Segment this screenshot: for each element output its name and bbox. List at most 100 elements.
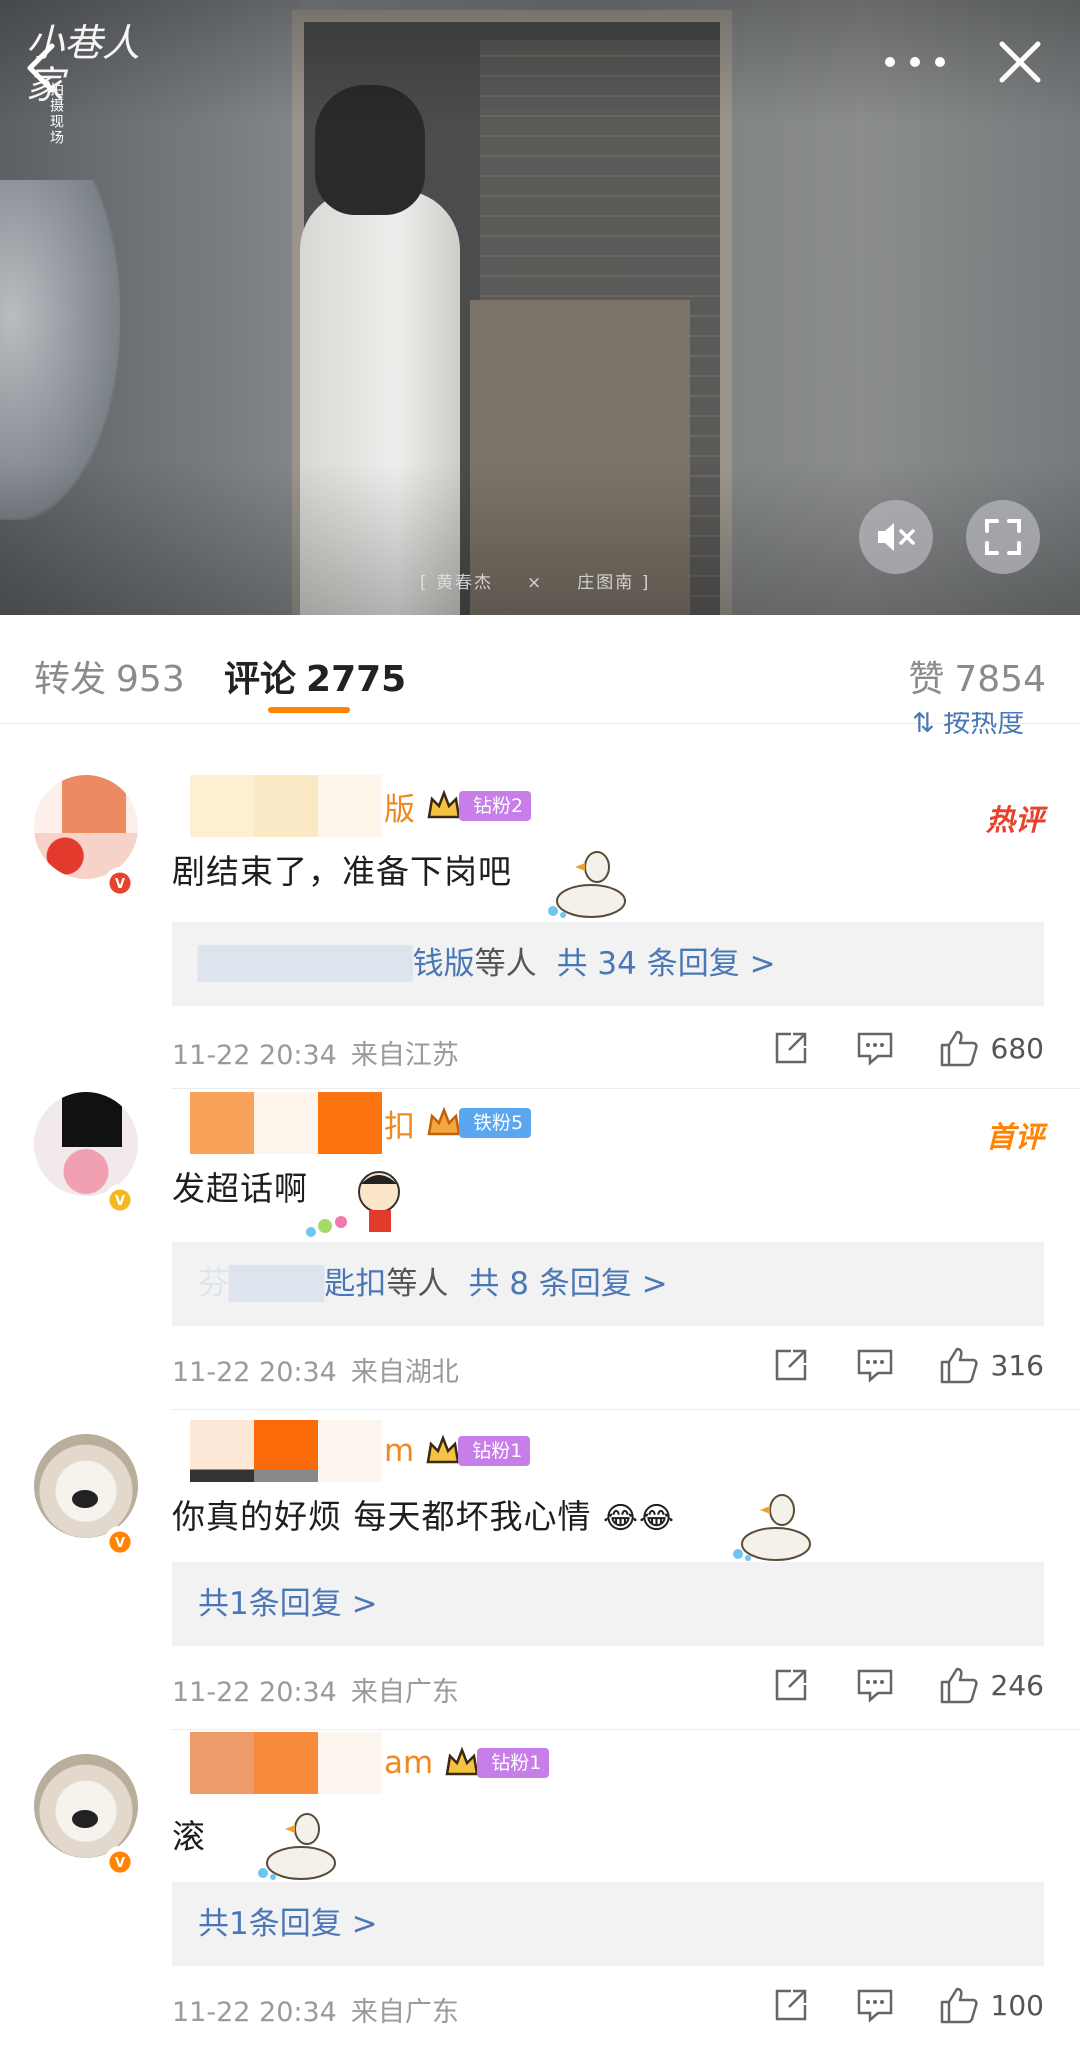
comment-actions: 246 xyxy=(771,1665,1044,1705)
replies-total: 共 8 条回复 > xyxy=(468,1266,668,1302)
username[interactable]: 版 钻粉2 xyxy=(190,775,532,837)
replies-who: 钱版 xyxy=(412,946,475,982)
replies-preview[interactable]: 共1条回复 > xyxy=(172,1562,1044,1646)
divider xyxy=(172,1088,1080,1089)
crown-icon xyxy=(427,1106,461,1136)
replies-preview[interactable]: 芬████匙扣等人共 8 条回复 > xyxy=(172,1242,1044,1326)
like-label: 赞 xyxy=(908,659,945,700)
comment-actions: 680 xyxy=(771,1028,1044,1068)
verified-badge: V xyxy=(104,867,136,899)
crown-icon xyxy=(427,789,461,819)
username-blur xyxy=(190,1420,254,1482)
comment-text-content: 你真的好烦 每天都坏我心情 xyxy=(172,1497,592,1536)
share-button[interactable] xyxy=(771,1665,811,1705)
tab-comment[interactable]: 评论 2775 xyxy=(224,650,406,702)
replies-preview[interactable]: 共1条回复 > xyxy=(172,1882,1044,1966)
duck-sticker xyxy=(733,1494,811,1561)
like-button[interactable]: 316 xyxy=(939,1345,1044,1385)
comment-meta: 11-22 20:34 来自江苏 xyxy=(172,1033,459,1072)
avatar[interactable] xyxy=(34,775,138,879)
fullscreen-icon xyxy=(985,519,1021,555)
fullscreen-button[interactable] xyxy=(966,500,1040,574)
svg-text:V: V xyxy=(115,1194,125,1209)
username[interactable]: 扣 铁粉5 xyxy=(190,1092,532,1154)
tab-repost[interactable]: 转发 953 xyxy=(34,650,185,702)
close-button[interactable] xyxy=(990,32,1050,92)
video-player[interactable]: [ 黄春杰 × 庄图南 ] 小巷人家 拍摄现场 xyxy=(0,0,1080,615)
verified-v-icon: V xyxy=(109,1851,131,1873)
like-count: 246 xyxy=(990,1668,1044,1702)
replies-etal: 等人 xyxy=(474,946,537,982)
username-blur xyxy=(318,1420,382,1482)
svg-text:V: V xyxy=(115,877,125,892)
laugh-cry-emoji: 😂😂 xyxy=(603,1501,676,1536)
thumbs-up-icon xyxy=(940,1030,978,1067)
comment-text: 剧结束了，准备下岗吧 xyxy=(172,852,512,891)
like-button[interactable]: 100 xyxy=(939,1985,1044,2025)
username-blur xyxy=(190,775,254,837)
username-text: 扣 xyxy=(384,1108,415,1145)
share-icon xyxy=(775,1349,806,1381)
mute-button[interactable] xyxy=(859,500,933,574)
replies-etal: 等人 xyxy=(386,1266,449,1302)
avatar[interactable] xyxy=(34,1434,138,1538)
verified-badge: V xyxy=(104,1846,136,1878)
comment-icon xyxy=(857,1032,892,1066)
mute-icon xyxy=(878,523,915,551)
duck-sticker xyxy=(258,1813,336,1880)
username-text: am xyxy=(384,1745,434,1781)
like-button[interactable]: 680 xyxy=(939,1028,1044,1068)
sort-toggle[interactable]: ⇅ 按热度 xyxy=(912,712,1024,746)
active-tab-indicator xyxy=(268,707,350,713)
reply-button[interactable] xyxy=(855,1985,895,2025)
reply-button[interactable] xyxy=(855,1665,895,1705)
tab-like[interactable]: 赞 7854 xyxy=(908,650,1046,702)
username-blur xyxy=(190,1732,254,1794)
verified-badge: V xyxy=(104,1184,136,1216)
comment-text: 滚 xyxy=(172,1817,206,1856)
share-button[interactable] xyxy=(771,1028,811,1068)
username[interactable]: m 钻粉1 xyxy=(190,1420,531,1482)
caption-mark: × xyxy=(527,573,544,593)
reply-button[interactable] xyxy=(855,1028,895,1068)
replies-preview[interactable]: █████████钱版等人共 34 条回复 > xyxy=(172,922,1044,1006)
comment-icon xyxy=(857,1989,892,2023)
share-button[interactable] xyxy=(771,1345,811,1385)
avatar[interactable] xyxy=(34,1754,138,1858)
fan-badge: 钻粉2 xyxy=(459,791,532,821)
comment-time: 11-22 20:34 xyxy=(172,1357,337,1388)
like-count: 316 xyxy=(990,1348,1044,1382)
username-blur xyxy=(254,1420,318,1482)
replies-blur: ████ xyxy=(229,1266,325,1302)
comment-actions: 100 xyxy=(771,1985,1044,2025)
svg-text:V: V xyxy=(115,1536,125,1551)
comment-count: 2775 xyxy=(306,659,407,700)
comment-location: 来自湖北 xyxy=(350,1357,459,1388)
username-blur xyxy=(190,1092,254,1154)
username-blur xyxy=(318,775,382,837)
like-count: 680 xyxy=(990,1031,1044,1065)
share-button[interactable] xyxy=(771,1985,811,2025)
replies-blur: █████████ xyxy=(198,946,413,982)
like-count: 7854 xyxy=(954,659,1046,700)
avatar[interactable] xyxy=(34,1092,138,1196)
back-button[interactable] xyxy=(18,38,68,98)
fan-badge: 钻粉1 xyxy=(477,1748,550,1778)
replies-blur: 芬 xyxy=(198,1266,229,1302)
verified-v-icon: V xyxy=(109,1531,131,1553)
like-button[interactable]: 246 xyxy=(939,1665,1044,1705)
more-button[interactable] xyxy=(880,36,950,86)
cartoon-sticker xyxy=(306,1171,400,1237)
close-icon xyxy=(999,41,1041,83)
duck-sticker xyxy=(548,851,626,918)
crown-icon xyxy=(426,1434,460,1464)
comment-actions: 316 xyxy=(771,1345,1044,1385)
comment-icon xyxy=(857,1349,892,1383)
username[interactable]: am 钻粉1 xyxy=(190,1732,550,1794)
divider xyxy=(172,1729,1080,1730)
username-blur xyxy=(254,1092,318,1154)
caption-right: 庄图南 ] xyxy=(577,573,651,593)
hot-comment-tag: 热评 xyxy=(985,803,1044,837)
reply-button[interactable] xyxy=(855,1345,895,1385)
caption-left: [ 黄春杰 xyxy=(420,573,494,593)
